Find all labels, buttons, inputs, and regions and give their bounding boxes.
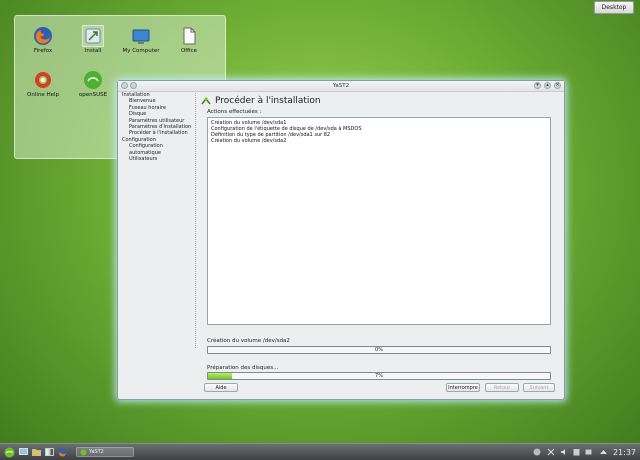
- progress1-label: Création du volume /dev/sda2: [207, 338, 290, 344]
- install-steps-sidebar: Installation Bienvenue Fuseau horaire Di…: [122, 92, 194, 162]
- page-title: Procéder à l'installation: [215, 96, 321, 106]
- step-item-current: Procéder à l'installation: [129, 130, 188, 137]
- file-manager-icon[interactable]: [31, 447, 41, 457]
- main-content: Procéder à l'installation Actions effect…: [201, 95, 556, 395]
- application-launcher-button[interactable]: [3, 447, 15, 457]
- device-notifier-icon[interactable]: [546, 447, 556, 457]
- task-yast2-label: YaST2: [89, 449, 104, 455]
- maximize-icon[interactable]: ▴: [544, 82, 551, 89]
- pager-icon[interactable]: [44, 447, 54, 457]
- progress2-bar: 7%: [207, 372, 551, 380]
- firefox-launcher-icon[interactable]: [57, 447, 67, 457]
- yast-icon: [80, 449, 87, 455]
- firefox-icon: [34, 27, 52, 45]
- taskbar: YaST2 21:37: [0, 443, 640, 460]
- sidebar-splitter[interactable]: [195, 93, 197, 348]
- document-icon: [183, 27, 196, 45]
- window-titlebar[interactable]: YaST2 ▾ ▴ ×: [118, 81, 564, 92]
- clipboard-icon[interactable]: [571, 447, 581, 457]
- keep-above-icon[interactable]: [130, 82, 137, 89]
- abort-button[interactable]: Interrompre: [446, 383, 480, 392]
- page-title-row: Procéder à l'installation: [201, 95, 556, 107]
- battery-icon[interactable]: [584, 447, 594, 457]
- computer-icon: [132, 29, 150, 44]
- tray-expand-icon[interactable]: [598, 447, 608, 457]
- progress2-label: Préparation des disques...: [207, 365, 279, 371]
- step-item: Utilisateurs: [129, 156, 158, 163]
- opensuse-logo-icon: [4, 447, 14, 457]
- opensuse-logo-icon: [84, 71, 102, 89]
- progress1-percent: 0%: [375, 347, 383, 353]
- show-desktop-icon[interactable]: [18, 447, 28, 457]
- window-menu-icon[interactable]: [121, 82, 128, 89]
- help-lifebuoy-icon: [35, 72, 51, 88]
- my-computer-shortcut[interactable]: My Computer: [121, 26, 161, 54]
- close-icon[interactable]: ×: [554, 82, 561, 89]
- actions-log[interactable]: Création du volume /dev/sda1 Configurati…: [207, 117, 551, 325]
- task-yast2[interactable]: YaST2: [76, 447, 134, 457]
- step-item: Configuration automatique: [129, 143, 163, 156]
- clock[interactable]: 21:37: [613, 447, 636, 457]
- volume-icon[interactable]: [559, 447, 569, 457]
- actions-label: Actions effectuées :: [207, 109, 262, 115]
- progress2-percent: 7%: [375, 373, 383, 379]
- online-help-shortcut[interactable]: Online Help: [23, 70, 63, 98]
- install-icon: [82, 25, 104, 47]
- back-button[interactable]: Retour: [485, 383, 519, 392]
- office-shortcut[interactable]: Office: [169, 26, 209, 54]
- install-shortcut[interactable]: Install: [73, 25, 113, 54]
- minimize-icon[interactable]: ▾: [534, 82, 541, 89]
- firefox-shortcut[interactable]: Firefox: [23, 26, 63, 54]
- log-line: Création du volume /dev/sda2: [211, 138, 287, 144]
- desktop-button[interactable]: Desktop: [594, 1, 634, 14]
- install-progress-icon: [201, 97, 211, 105]
- next-button[interactable]: Suivant: [523, 383, 555, 392]
- yast-window: YaST2 ▾ ▴ × Installation Bienvenue Fusea…: [117, 80, 565, 400]
- opensuse-shortcut[interactable]: openSUSE: [73, 70, 113, 98]
- window-title: YaST2: [332, 83, 350, 89]
- help-button[interactable]: Aide: [204, 383, 238, 392]
- network-icon[interactable]: [532, 447, 542, 457]
- progress1-bar: 0%: [207, 346, 551, 354]
